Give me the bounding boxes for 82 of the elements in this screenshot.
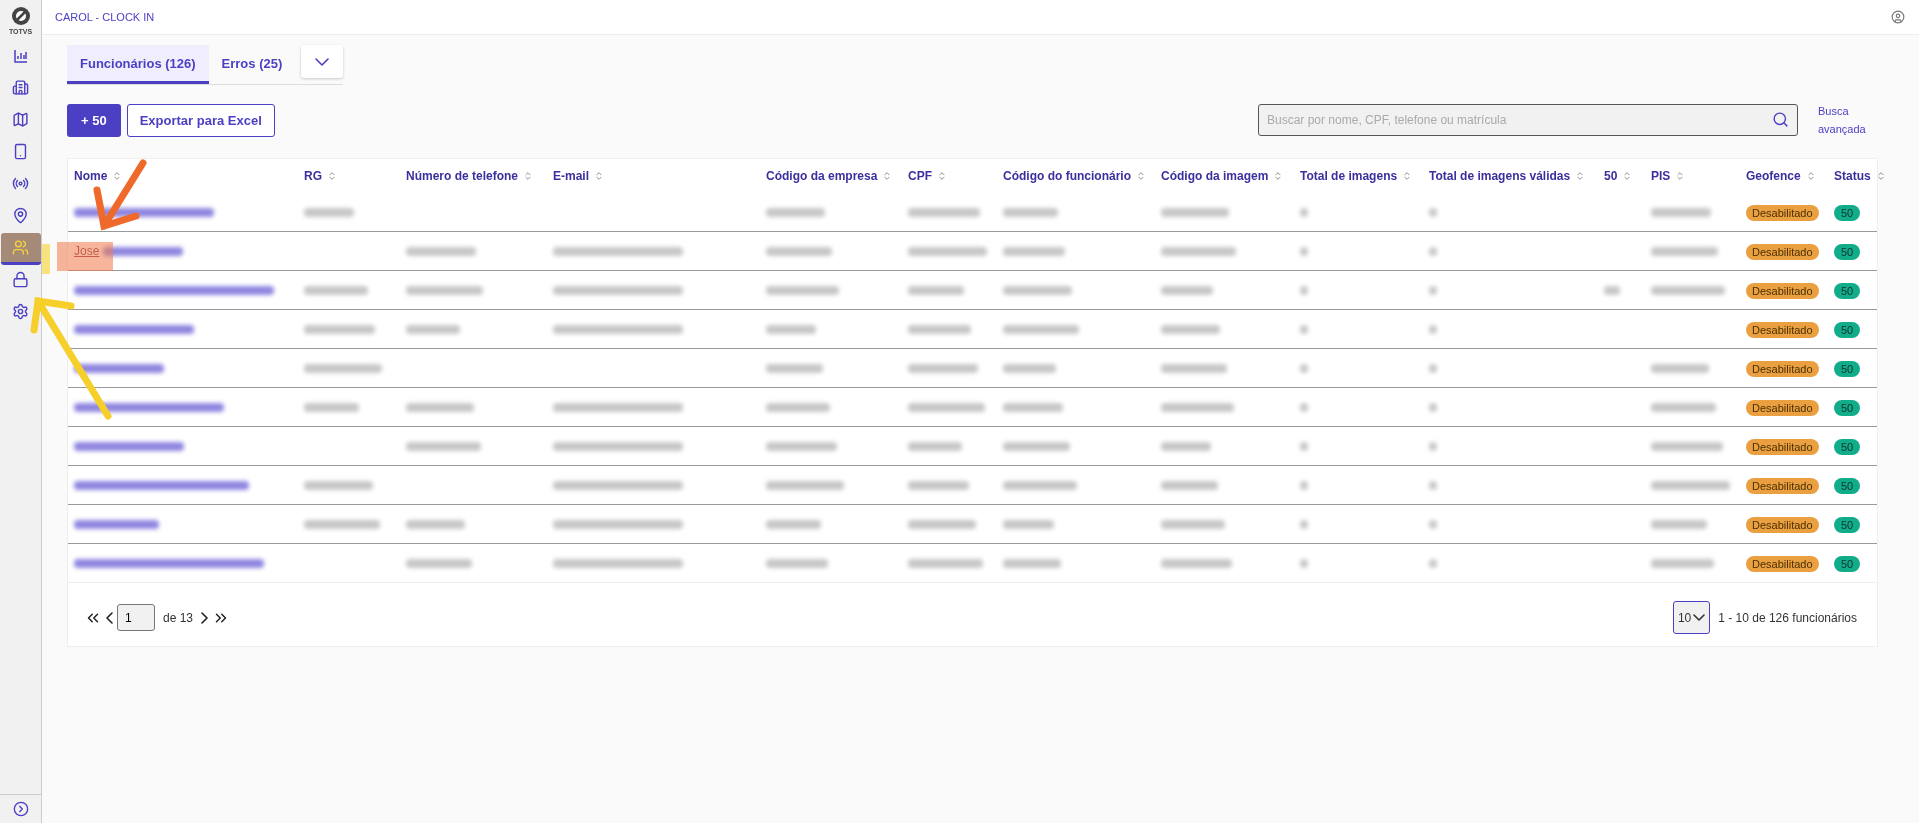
geofence-badge: Desabilitado (1746, 478, 1819, 494)
page-input[interactable]: 1 (117, 604, 155, 631)
tab[interactable]: Funcionários (126) (67, 45, 209, 84)
export-button[interactable]: Exportar para Excel (126, 103, 275, 137)
geofence-badge: Desabilitado (1746, 322, 1819, 338)
people-icon (12, 239, 29, 256)
sort-icon[interactable] (1575, 171, 1586, 181)
geofence-badge: Desabilitado (1746, 439, 1819, 455)
search-icon[interactable] (1772, 111, 1789, 128)
chevron-down-icon (315, 57, 330, 66)
status-badge: 50 (1834, 244, 1861, 260)
bar-chart-icon (12, 47, 29, 64)
page-count: de 13 (163, 610, 194, 625)
sort-icon[interactable] (1805, 171, 1816, 181)
sort-icon[interactable] (112, 171, 123, 181)
column-header[interactable]: Código da empresa (766, 169, 878, 183)
map-icon (12, 111, 29, 128)
sort-icon[interactable] (937, 171, 947, 181)
geofence-badge: Desabilitado (1746, 556, 1819, 572)
status-badge: 50 (1834, 517, 1861, 533)
sort-icon[interactable] (1675, 171, 1686, 181)
status-badge: 50 (1834, 400, 1861, 416)
expand-icon[interactable] (12, 801, 29, 817)
previous-page-button[interactable] (106, 611, 113, 624)
column-header[interactable]: CPF (908, 169, 932, 183)
status-badge: 50 (1834, 283, 1861, 299)
sort-icon[interactable] (1273, 171, 1284, 181)
broadcast-icon (12, 175, 29, 192)
highlight-mark (42, 244, 50, 274)
geofence-badge: Desabilitado (1746, 244, 1819, 260)
geofence-badge: Desabilitado (1746, 205, 1819, 221)
status-badge: 50 (1834, 322, 1861, 338)
sidebar-item[interactable] (0, 233, 41, 265)
sort-icon[interactable] (882, 171, 893, 181)
sort-icon[interactable] (594, 171, 604, 181)
column-header[interactable]: Geofence (1746, 169, 1801, 183)
advanced-search-link[interactable]: Busca avançada (1818, 102, 1878, 138)
lock-icon (12, 271, 29, 288)
settings-icon (12, 303, 29, 320)
sort-icon[interactable] (1402, 171, 1413, 181)
column-header[interactable]: RG (304, 169, 322, 183)
search-field[interactable]: Buscar por nome, CPF, telefone ou matrícula (1258, 104, 1798, 136)
sort-icon[interactable] (1622, 171, 1633, 181)
geofence-badge: Desabilitado (1746, 283, 1819, 299)
column-header[interactable]: Total de imagens válidas (1429, 169, 1571, 183)
column-header[interactable]: Total de imagens (1300, 169, 1398, 183)
app-title: CAROL - CLOCK IN (55, 11, 155, 23)
location-pin-icon (12, 207, 29, 224)
geofence-badge: Desabilitado (1746, 517, 1819, 533)
column-header[interactable]: E-mail (553, 169, 589, 183)
highlight-mark (57, 242, 113, 271)
column-header[interactable]: PIS (1651, 169, 1671, 183)
sort-icon[interactable] (327, 171, 337, 181)
column-header[interactable]: 50 (1604, 169, 1618, 183)
status-badge: 50 (1834, 556, 1861, 572)
sort-icon[interactable] (1875, 171, 1886, 181)
sort-icon[interactable] (523, 171, 534, 181)
column-header[interactable]: Nome (74, 169, 108, 183)
results-summary: 1 - 10 de 126 funcionários (1718, 610, 1857, 625)
building-icon (12, 79, 29, 96)
tab[interactable]: Erros (25) (208, 45, 296, 84)
page-size-select[interactable]: 10 (1672, 601, 1711, 634)
column-header[interactable]: Código da imagem (1161, 169, 1269, 183)
logo-icon (10, 6, 31, 26)
column-header[interactable]: Status (1834, 169, 1871, 183)
column-header[interactable]: Número de telefone (406, 169, 519, 183)
add-button[interactable]: + 50 (67, 103, 121, 137)
status-badge: 50 (1834, 439, 1861, 455)
geofence-badge: Desabilitado (1746, 400, 1819, 416)
status-badge: 50 (1834, 478, 1861, 494)
sort-icon[interactable] (1136, 171, 1146, 181)
column-header[interactable]: Código do funcionário (1003, 169, 1131, 183)
more-tabs-button[interactable] (301, 45, 343, 78)
chevron-left-icon (106, 611, 113, 624)
status-badge: 50 (1834, 205, 1861, 221)
user-avatar-icon[interactable] (1891, 10, 1905, 24)
smartphone-icon (12, 143, 29, 160)
chevron-down-icon (1693, 614, 1706, 621)
geofence-badge: Desabilitado (1746, 361, 1819, 377)
chevron-right-icon (201, 611, 209, 624)
status-badge: 50 (1834, 361, 1861, 377)
next-page-button[interactable] (201, 611, 209, 624)
